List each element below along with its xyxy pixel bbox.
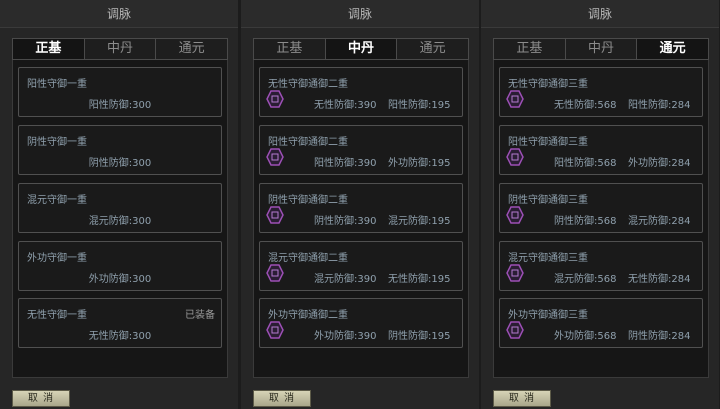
tab-zhongdan[interactable]: 中丹	[325, 39, 398, 59]
card-stat-secondary: 混元防御:284	[628, 216, 691, 227]
card-stat-primary: 混元防御:568	[554, 274, 617, 285]
purple-hexagon-gem-icon	[506, 321, 524, 339]
tab-zhongdan[interactable]: 中丹	[85, 39, 157, 59]
card-stat-primary: 阴性防御:568	[554, 216, 617, 227]
tab-tongyuan[interactable]: 通元	[637, 39, 709, 59]
card-stat: 外功防御:300	[88, 274, 152, 285]
card-stat-primary: 外功防御:390	[314, 331, 377, 342]
card-name: 阳性守御通御二重	[268, 137, 348, 148]
tab-bar: 正基 中丹 通元	[493, 38, 709, 60]
card-stat-secondary: 阴性防御:284	[628, 331, 691, 342]
card-stat-primary: 外功防御:568	[554, 331, 617, 342]
card-stat-primary: 无性防御:390	[314, 100, 377, 111]
skill-card[interactable]: 混元守御通御二重 混元防御:390 无性防御:195	[259, 241, 463, 291]
card-stat-secondary: 阳性防御:195	[388, 100, 451, 111]
equipped-status: 已装备	[185, 310, 215, 321]
purple-hexagon-gem-icon	[266, 148, 284, 166]
purple-hexagon-gem-icon	[506, 148, 524, 166]
card-stat-secondary: 阳性防御:284	[628, 100, 691, 111]
card-name: 阴性守御通御三重	[508, 195, 588, 206]
tab-zhengji[interactable]: 正基	[13, 39, 85, 59]
card-stat-primary: 无性防御:568	[554, 100, 617, 111]
purple-hexagon-gem-icon	[266, 90, 284, 108]
skill-card[interactable]: 无性守御一重 已装备 无性防御:300	[18, 298, 222, 348]
card-name: 外功守御通御二重	[268, 310, 348, 321]
panel-title: 调脉	[241, 0, 479, 28]
purple-hexagon-gem-icon	[266, 206, 284, 224]
card-stat: 阳性防御:300	[88, 100, 152, 111]
card-list: 阳性守御一重 阳性防御:300 阴性守御一重 阴性防御:300 混元守御一重 混…	[12, 60, 228, 378]
card-stat-secondary: 外功防御:195	[388, 158, 451, 169]
panel-2: 调脉 正基 中丹 通元 无性守御通御二重 无性防御:390 阳性防御:195 阳…	[241, 0, 479, 409]
skill-card[interactable]: 阳性守御一重 阳性防御:300	[18, 67, 222, 117]
cancel-button[interactable]: 取 消	[12, 390, 70, 407]
card-name: 混元守御通御二重	[268, 253, 348, 264]
tab-tongyuan[interactable]: 通元	[156, 39, 227, 59]
card-stat-secondary: 阴性防御:195	[388, 331, 451, 342]
panel-title: 调脉	[481, 0, 719, 28]
card-name: 阳性守御一重	[27, 79, 87, 90]
card-stat-secondary: 无性防御:195	[388, 274, 451, 285]
card-stat-primary: 阴性防御:390	[314, 216, 377, 227]
skill-card[interactable]: 外功守御通御三重 外功防御:568 阴性防御:284	[499, 298, 703, 348]
card-list: 无性守御通御二重 无性防御:390 阳性防御:195 阳性守御通御二重 阳性防御…	[253, 60, 469, 378]
card-stat-primary: 阳性防御:390	[314, 158, 377, 169]
skill-card[interactable]: 阳性守御通御二重 阳性防御:390 外功防御:195	[259, 125, 463, 175]
skill-card[interactable]: 阴性守御一重 阴性防御:300	[18, 125, 222, 175]
card-name: 外功守御一重	[27, 253, 87, 264]
skill-card[interactable]: 混元守御通御三重 混元防御:568 无性防御:284	[499, 241, 703, 291]
card-stat-secondary: 无性防御:284	[628, 274, 691, 285]
card-stat: 混元防御:300	[88, 216, 152, 227]
cancel-button[interactable]: 取 消	[493, 390, 551, 407]
card-stat: 无性防御:300	[88, 331, 152, 342]
tab-bar: 正基 中丹 通元	[253, 38, 469, 60]
card-stat: 阴性防御:300	[88, 158, 152, 169]
tab-tongyuan[interactable]: 通元	[397, 39, 468, 59]
card-list: 无性守御通御三重 无性防御:568 阳性防御:284 阳性守御通御三重 阳性防御…	[493, 60, 709, 378]
skill-card[interactable]: 外功守御通御二重 外功防御:390 阴性防御:195	[259, 298, 463, 348]
card-stat-primary: 阳性防御:568	[554, 158, 617, 169]
card-stat-primary: 混元防御:390	[314, 274, 377, 285]
card-name: 外功守御通御三重	[508, 310, 588, 321]
cancel-button[interactable]: 取 消	[253, 390, 311, 407]
panel-3: 调脉 正基 中丹 通元 无性守御通御三重 无性防御:568 阳性防御:284 阳…	[481, 0, 719, 409]
skill-card[interactable]: 外功守御一重 外功防御:300	[18, 241, 222, 291]
skill-card[interactable]: 无性守御通御二重 无性防御:390 阳性防御:195	[259, 67, 463, 117]
panel-title: 调脉	[0, 0, 238, 28]
purple-hexagon-gem-icon	[266, 264, 284, 282]
skill-card[interactable]: 阴性守御通御二重 阴性防御:390 混元防御:195	[259, 183, 463, 233]
tab-bar: 正基 中丹 通元	[12, 38, 228, 60]
purple-hexagon-gem-icon	[506, 264, 524, 282]
card-name: 无性守御通御二重	[268, 79, 348, 90]
card-name: 阴性守御通御二重	[268, 195, 348, 206]
skill-card[interactable]: 无性守御通御三重 无性防御:568 阳性防御:284	[499, 67, 703, 117]
purple-hexagon-gem-icon	[506, 90, 524, 108]
tab-zhongdan[interactable]: 中丹	[566, 39, 638, 59]
tab-zhengji[interactable]: 正基	[254, 39, 326, 59]
card-name: 混元守御通御三重	[508, 253, 588, 264]
skill-card[interactable]: 阳性守御通御三重 阳性防御:568 外功防御:284	[499, 125, 703, 175]
card-name: 混元守御一重	[27, 195, 87, 206]
card-stat-secondary: 外功防御:284	[628, 158, 691, 169]
card-stat-secondary: 混元防御:195	[388, 216, 451, 227]
skill-card[interactable]: 阴性守御通御三重 阴性防御:568 混元防御:284	[499, 183, 703, 233]
purple-hexagon-gem-icon	[266, 321, 284, 339]
skill-card[interactable]: 混元守御一重 混元防御:300	[18, 183, 222, 233]
card-name: 阴性守御一重	[27, 137, 87, 148]
tab-zhengji[interactable]: 正基	[494, 39, 566, 59]
panel-1: 调脉 正基 中丹 通元 阳性守御一重 阳性防御:300 阴性守御一重 阴性防御:…	[0, 0, 238, 409]
card-name: 无性守御通御三重	[508, 79, 588, 90]
card-name: 无性守御一重	[27, 310, 87, 321]
purple-hexagon-gem-icon	[506, 206, 524, 224]
card-name: 阳性守御通御三重	[508, 137, 588, 148]
